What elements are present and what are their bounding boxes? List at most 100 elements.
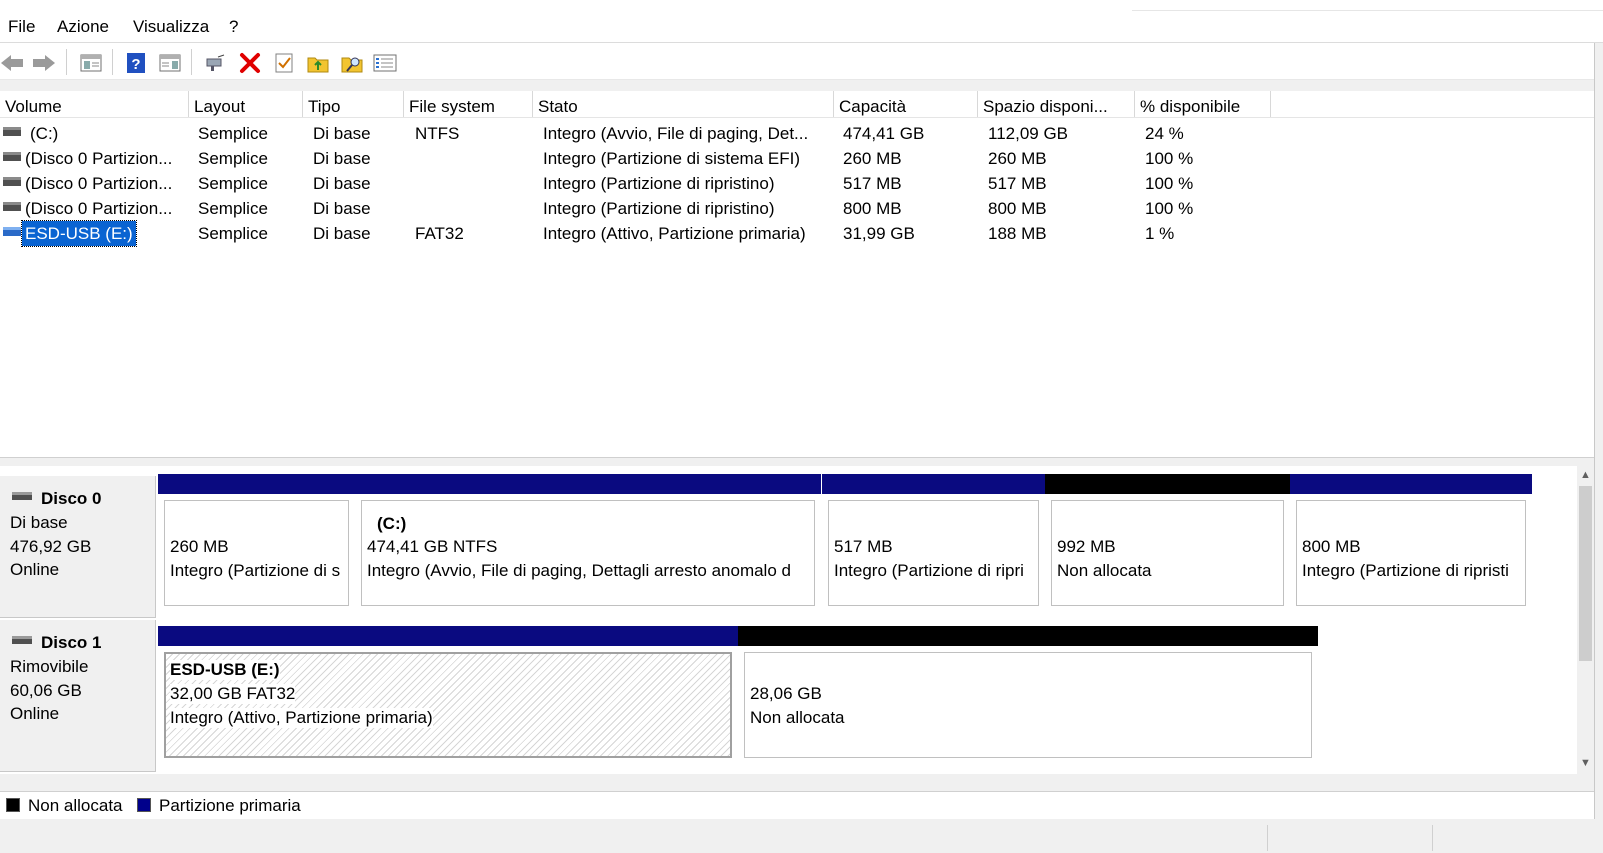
cell-percent: 1 % [1145, 224, 1175, 243]
disk-icon [12, 636, 32, 644]
disk-1-size: 60,06 GB [10, 681, 82, 700]
partition-size: 474,41 GB NTFS [367, 537, 498, 556]
partition-bar [158, 474, 355, 494]
partition-recovery-2[interactable]: 800 MB Integro (Partizione di ripristi [1290, 474, 1532, 612]
toolbar: ? [0, 43, 1603, 80]
partition-status: Integro (Avvio, File di paging, Dettagli… [367, 561, 791, 580]
scroll-down-icon[interactable]: ▼ [1579, 756, 1592, 770]
disk-0-type: Di base [10, 513, 68, 532]
cell-capacita: 31,99 GB [843, 224, 915, 243]
show-action-pane-icon[interactable] [158, 51, 182, 75]
delete-icon[interactable] [238, 51, 262, 75]
cell-spazio: 112,09 GB [988, 124, 1069, 143]
back-icon[interactable] [0, 51, 24, 75]
table-row[interactable]: (Disco 0 Partizion... Semplice Di base I… [0, 146, 1594, 171]
table-row[interactable]: (Disco 0 Partizion... Semplice Di base I… [0, 196, 1594, 221]
table-row[interactable]: (Disco 0 Partizion... Semplice Di base I… [0, 171, 1594, 196]
table-row[interactable]: (C:) Semplice Di base NTFS Integro (Avvi… [0, 121, 1594, 146]
partition-status: Non allocata [1057, 561, 1152, 580]
toolbar-separator [66, 49, 67, 75]
status-bar [0, 819, 1603, 853]
cell-capacita: 517 MB [843, 174, 902, 193]
partition-unallocated-disk0[interactable]: 992 MB Non allocata [1045, 474, 1290, 612]
partition-bar [1045, 474, 1290, 494]
help-icon[interactable]: ? [124, 51, 148, 75]
drive-icon [3, 127, 21, 136]
column-spazio-disponibile[interactable]: Spazio disponi... [978, 91, 1135, 117]
show-hide-console-tree-icon[interactable] [79, 51, 103, 75]
properties-icon[interactable] [272, 51, 296, 75]
legend-primary-label: Partizione primaria [159, 796, 301, 815]
cell-stato: Integro (Avvio, File di paging, Det... [543, 124, 809, 143]
legend-unallocated-label: Non allocata [28, 796, 123, 815]
column-capacita[interactable]: Capacità [834, 91, 978, 117]
disk-1-status: Online [10, 704, 60, 723]
disk-0-title: Disco 0 [41, 489, 102, 508]
partition-label: ESD-USB (E:) [170, 660, 280, 680]
partition-body [744, 652, 1312, 758]
partition-size: 28,06 GB [750, 684, 822, 703]
cell-layout: Semplice [198, 199, 268, 218]
drive-icon [3, 152, 21, 161]
status-separator [1267, 825, 1268, 851]
column-volume[interactable]: Volume [0, 91, 189, 117]
status-separator [1432, 825, 1433, 851]
vertical-scrollbar[interactable]: ▲ ▼ [1577, 466, 1594, 774]
cell-percent: 24 % [1145, 124, 1184, 143]
connect-icon[interactable] [203, 51, 227, 75]
usb-drive-icon [3, 227, 21, 236]
disk-1-info[interactable]: Disco 1 Rimovibile 60,06 GB Online [0, 620, 156, 772]
partition-bar [1290, 474, 1532, 494]
partition-recovery-1[interactable]: 517 MB Integro (Partizione di ripri [822, 474, 1045, 612]
scrollbar-thumb[interactable] [1579, 486, 1592, 661]
cell-tipo: Di base [313, 149, 371, 168]
drive-icon [3, 177, 21, 186]
cell-spazio: 800 MB [988, 199, 1047, 218]
volume-list-header: Volume Layout Tipo File system Stato Cap… [0, 91, 1594, 118]
legend-unallocated-swatch [6, 798, 20, 812]
cell-spazio: 517 MB [988, 174, 1047, 193]
menu-visualizza[interactable]: Visualizza [133, 17, 209, 37]
column-tipo[interactable]: Tipo [303, 91, 404, 117]
drive-icon [3, 202, 21, 211]
legend-primary-swatch [137, 798, 151, 812]
partition-size: 800 MB [1302, 537, 1361, 556]
menu-help[interactable]: ? [229, 17, 238, 37]
up-folder-icon[interactable] [306, 51, 330, 75]
column-file-system[interactable]: File system [404, 91, 533, 117]
column-percent-disponibile[interactable]: % disponibile [1135, 91, 1271, 117]
disk-0-status: Online [10, 560, 60, 579]
cell-capacita: 800 MB [843, 199, 902, 218]
column-stato[interactable]: Stato [533, 91, 834, 117]
partition-size: 992 MB [1057, 537, 1116, 556]
partition-efi[interactable]: 260 MB Integro (Partizione di s [158, 474, 355, 612]
partition-c[interactable]: (C:) 474,41 GB NTFS Integro (Avvio, File… [355, 474, 821, 612]
disk-0-info[interactable]: Disco 0 Di base 476,92 GB Online [0, 476, 156, 618]
menu-azione[interactable]: Azione [57, 17, 109, 37]
partition-status: Integro (Partizione di s [170, 561, 341, 580]
disk-icon [12, 492, 32, 500]
cell-spazio: 188 MB [988, 224, 1047, 243]
partition-unallocated-disk1[interactable]: 28,06 GB Non allocata [738, 626, 1318, 764]
list-view-icon[interactable] [373, 51, 397, 75]
disk-graphical-view: Disco 0 Di base 476,92 GB Online 260 MB … [0, 466, 1577, 774]
partition-bar [822, 474, 1045, 494]
forward-icon[interactable] [32, 51, 56, 75]
volume-list: Volume Layout Tipo File system Stato Cap… [0, 91, 1594, 457]
table-row-selected[interactable]: ESD-USB (E:) Semplice Di base FAT32 Inte… [0, 220, 1594, 247]
partition-bar [158, 626, 738, 646]
cell-volume: ESD-USB (E:) [21, 220, 137, 247]
disk-1-type: Rimovibile [10, 657, 89, 676]
menu-file[interactable]: File [8, 17, 35, 37]
search-icon[interactable] [340, 51, 364, 75]
column-layout[interactable]: Layout [189, 91, 303, 117]
partition-esd-usb[interactable]: ESD-USB (E:) 32,00 GB FAT32 Integro (Att… [158, 626, 738, 764]
partition-size: 260 MB [170, 537, 229, 556]
scroll-up-icon[interactable]: ▲ [1579, 468, 1592, 482]
svg-text:?: ? [131, 56, 140, 73]
partition-size: 32,00 GB FAT32 [170, 684, 296, 704]
partition-status: Integro (Attivo, Partizione primaria) [170, 708, 433, 728]
cell-file-system: FAT32 [415, 224, 464, 243]
cell-tipo: Di base [313, 224, 371, 243]
partition-status: Integro (Partizione di ripristi [1302, 561, 1509, 580]
